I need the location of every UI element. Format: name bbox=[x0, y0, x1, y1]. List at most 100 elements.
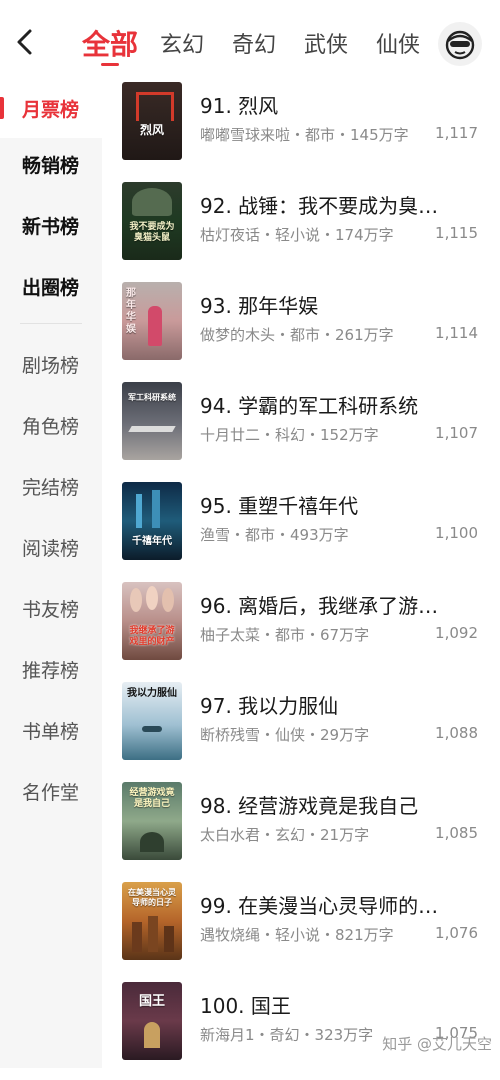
book-meta: 遇牧烧绳・轻小说・821万字 bbox=[200, 926, 394, 944]
cover-art bbox=[144, 1022, 160, 1048]
book-meta: 渔雪・都市・493万字 bbox=[200, 526, 349, 544]
ranking-sidebar: 月票榜 畅销榜 新书榜 出圈榜 剧场榜 角色榜 完结榜 阅读榜 书友榜 推荐榜 … bbox=[0, 78, 102, 1068]
list-item[interactable]: 在美漫当心灵导师的日子 99. 在美漫当心灵导师的… 遇牧烧绳・轻小说・821万… bbox=[102, 880, 500, 980]
book-title: 91. 烈风 bbox=[200, 94, 279, 118]
book-title: 92. 战锤：我不要成为臭… bbox=[200, 194, 439, 218]
cover-title: 我以力服仙 bbox=[127, 688, 177, 699]
monkey-avatar-icon bbox=[445, 30, 475, 60]
book-cover: 烈风 bbox=[122, 82, 182, 160]
list-item[interactable]: 经营游戏竟是我自己 98. 经营游戏竟是我自己 太白水君・玄幻・21万字 1,0… bbox=[102, 780, 500, 880]
list-item[interactable]: 那年华娱 93. 那年华娱 做梦的木头・都市・261万字 1,114 bbox=[102, 280, 500, 380]
book-title: 95. 重塑千禧年代 bbox=[200, 494, 359, 518]
cover-art bbox=[140, 832, 164, 852]
book-cover: 经营游戏竟是我自己 bbox=[122, 782, 182, 860]
cover-art bbox=[136, 92, 174, 121]
sidebar-item-completed[interactable]: 完结榜 bbox=[0, 456, 102, 516]
tab-qihuan[interactable]: 奇幻 bbox=[232, 27, 276, 59]
vote-count: 1,114 bbox=[435, 324, 478, 342]
book-cover: 千禧年代 bbox=[122, 482, 182, 560]
list-item[interactable]: 军工科研系统 94. 学霸的军工科研系统 十月廿二・科幻・152万字 1,107 bbox=[102, 380, 500, 480]
book-cover: 国王 bbox=[122, 982, 182, 1060]
book-title: 100. 国王 bbox=[200, 994, 291, 1018]
sidebar-item-label: 新书榜 bbox=[22, 216, 80, 238]
vote-count: 1,100 bbox=[435, 524, 478, 542]
tab-all[interactable]: 全部 bbox=[82, 23, 138, 63]
cover-title: 国王 bbox=[138, 994, 165, 1009]
sidebar-item-label: 月票榜 bbox=[22, 99, 80, 121]
book-cover: 我不要成为臭猫头鼠 bbox=[122, 182, 182, 260]
cover-art bbox=[148, 306, 162, 346]
cover-title: 在美漫当心灵导师的日子 bbox=[128, 888, 176, 907]
cover-art bbox=[152, 490, 160, 528]
cover-art bbox=[132, 922, 142, 952]
sidebar-item-new-books[interactable]: 新书榜 bbox=[0, 195, 102, 255]
book-meta: 十月廿二・科幻・152万字 bbox=[200, 426, 379, 444]
book-cover: 那年华娱 bbox=[122, 282, 182, 360]
sidebar-item-label: 剧场榜 bbox=[22, 355, 80, 377]
sidebar-item-monthly-ticket[interactable]: 月票榜 bbox=[0, 78, 102, 138]
book-title: 97. 我以力服仙 bbox=[200, 694, 339, 718]
sidebar-item-bestseller[interactable]: 畅销榜 bbox=[0, 134, 102, 194]
cover-art bbox=[164, 926, 174, 952]
sidebar-item-reader-friends[interactable]: 书友榜 bbox=[0, 578, 102, 638]
book-meta: 断桥残雪・仙侠・29万字 bbox=[200, 726, 370, 744]
cover-art bbox=[148, 916, 158, 952]
cover-title: 烈风 bbox=[139, 123, 164, 137]
sidebar-item-booklist[interactable]: 书单榜 bbox=[0, 700, 102, 760]
vote-count: 1,085 bbox=[435, 824, 478, 842]
vote-count: 1,088 bbox=[435, 724, 478, 742]
sidebar-item-label: 完结榜 bbox=[22, 477, 80, 499]
vote-count: 1,117 bbox=[435, 124, 478, 142]
tab-xianxia[interactable]: 仙侠 bbox=[376, 27, 420, 59]
list-item[interactable]: 我继承了游戏里的财产 96. 离婚后，我继承了游… 柚子太菜・都市・67万字 1… bbox=[102, 580, 500, 680]
list-item[interactable]: 烈风 91. 烈风 嘟嘟雪球来啦・都市・145万字 1,117 bbox=[102, 80, 500, 180]
cover-title: 我不要成为臭猫头鼠 bbox=[129, 222, 175, 243]
vote-count: 1,076 bbox=[435, 924, 478, 942]
category-tabs: 全部 玄幻 奇幻 武侠 仙侠 bbox=[0, 0, 500, 78]
sidebar-item-label: 阅读榜 bbox=[22, 538, 80, 560]
book-meta: 新海月1・奇幻・323万字 bbox=[200, 1026, 374, 1044]
cover-art bbox=[146, 586, 158, 610]
sidebar-divider bbox=[20, 323, 82, 324]
vote-count: 1,115 bbox=[435, 224, 478, 242]
tab-wuxia[interactable]: 武侠 bbox=[304, 27, 348, 59]
watermark: 知乎 @艾儿天空 bbox=[382, 1035, 492, 1053]
sidebar-item-label: 名作堂 bbox=[22, 782, 80, 804]
vote-count: 1,092 bbox=[435, 624, 478, 642]
sidebar-item-reading[interactable]: 阅读榜 bbox=[0, 517, 102, 577]
list-item[interactable]: 我以力服仙 97. 我以力服仙 断桥残雪・仙侠・29万字 1,088 bbox=[102, 680, 500, 780]
cover-art bbox=[130, 588, 142, 612]
book-ranking-list: 烈风 91. 烈风 嘟嘟雪球来啦・都市・145万字 1,117 我不要成为臭猫头… bbox=[102, 78, 500, 1068]
book-meta: 做梦的木头・都市・261万字 bbox=[200, 326, 394, 344]
vote-count: 1,107 bbox=[435, 424, 478, 442]
book-title: 98. 经营游戏竟是我自己 bbox=[200, 794, 419, 818]
book-meta: 太白水君・玄幻・21万字 bbox=[200, 826, 370, 844]
book-title: 94. 学霸的军工科研系统 bbox=[200, 394, 419, 418]
sidebar-item-breakout[interactable]: 出圈榜 bbox=[0, 256, 102, 316]
sidebar-item-label: 书友榜 bbox=[22, 599, 80, 621]
avatar[interactable] bbox=[438, 22, 482, 66]
cover-art bbox=[128, 426, 176, 432]
book-meta: 枯灯夜话・轻小说・174万字 bbox=[200, 226, 394, 244]
cover-art bbox=[162, 588, 174, 612]
sidebar-item-theater[interactable]: 剧场榜 bbox=[0, 334, 102, 394]
book-meta: 嘟嘟雪球来啦・都市・145万字 bbox=[200, 126, 409, 144]
list-item[interactable]: 国王 100. 国王 新海月1・奇幻・323万字 1,075 bbox=[102, 980, 500, 1080]
book-cover: 我继承了游戏里的财产 bbox=[122, 582, 182, 660]
list-item[interactable]: 千禧年代 95. 重塑千禧年代 渔雪・都市・493万字 1,100 bbox=[102, 480, 500, 580]
sidebar-item-label: 推荐榜 bbox=[22, 660, 80, 682]
cover-title: 那年华娱 bbox=[126, 288, 136, 335]
cover-title: 千禧年代 bbox=[132, 536, 172, 547]
tab-xuanhuan[interactable]: 玄幻 bbox=[160, 27, 204, 59]
sidebar-item-label: 角色榜 bbox=[22, 416, 80, 438]
sidebar-item-label: 书单榜 bbox=[22, 721, 80, 743]
cover-title: 我继承了游戏里的财产 bbox=[129, 626, 175, 647]
sidebar-item-character[interactable]: 角色榜 bbox=[0, 395, 102, 455]
book-meta: 柚子太菜・都市・67万字 bbox=[200, 626, 370, 644]
sidebar-item-recommend[interactable]: 推荐榜 bbox=[0, 639, 102, 699]
cover-title: 经营游戏竟是我自己 bbox=[129, 788, 175, 809]
active-tab-indicator bbox=[101, 63, 119, 66]
list-item[interactable]: 我不要成为臭猫头鼠 92. 战锤：我不要成为臭… 枯灯夜话・轻小说・174万字 … bbox=[102, 180, 500, 280]
sidebar-item-hall-of-fame[interactable]: 名作堂 bbox=[0, 761, 102, 821]
active-item-indicator bbox=[0, 97, 4, 119]
